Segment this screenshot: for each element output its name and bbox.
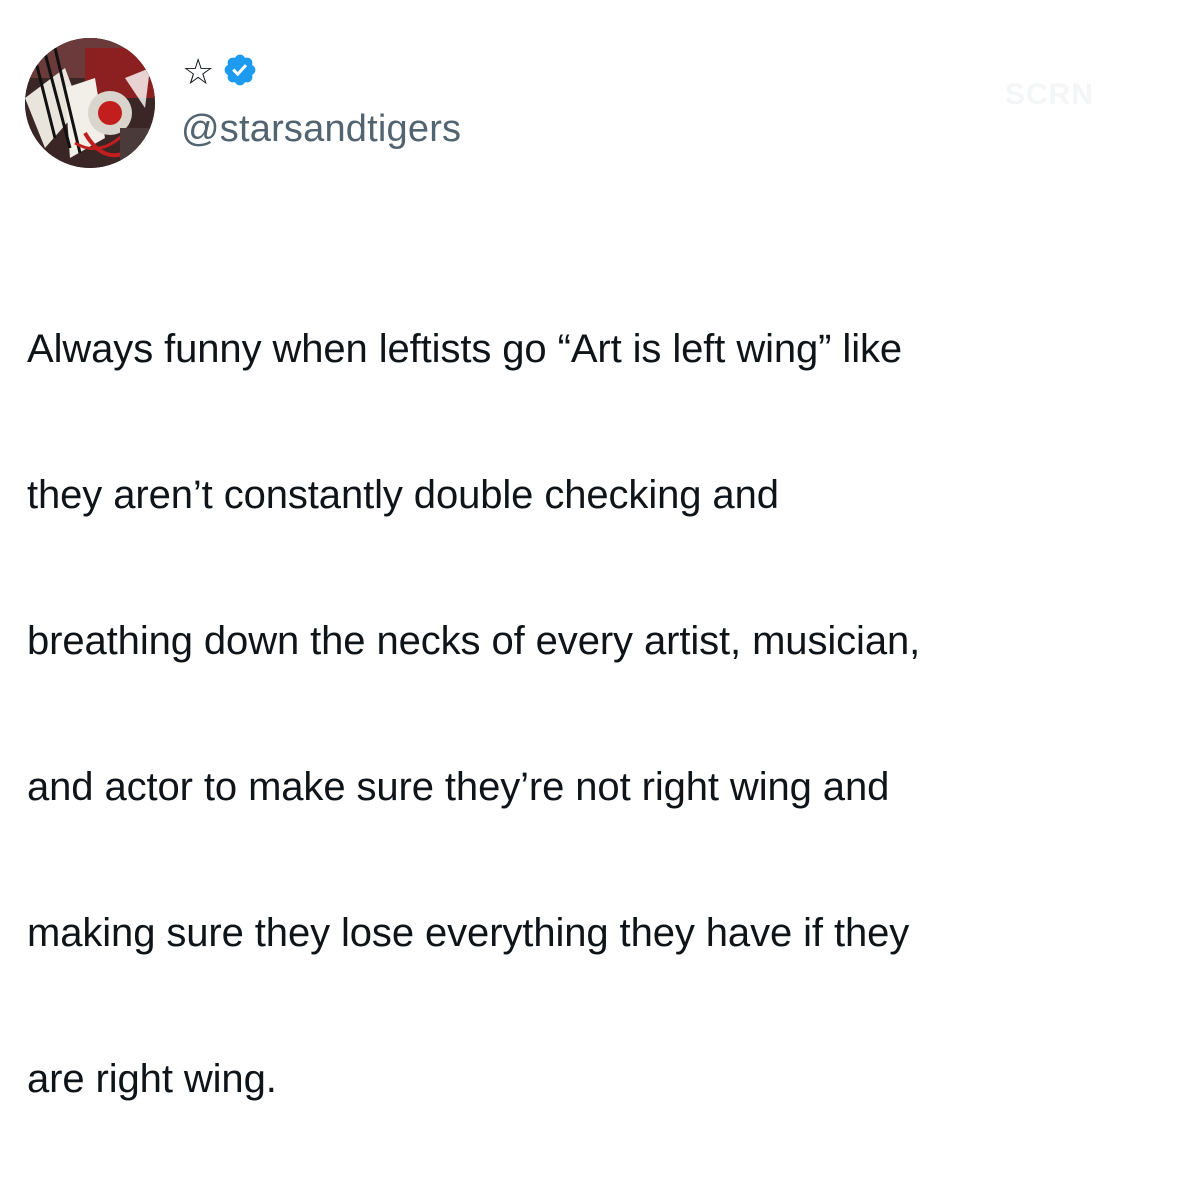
tweet-text-line: breathing down the necks of every artist… [27,619,921,663]
tweet: ☆ @starsandtigers SCRN Always funny when… [0,0,1199,1101]
user-handle[interactable]: @starsandtigers [181,106,461,152]
display-name-row[interactable]: ☆ [182,52,258,92]
watermark: SCRN [1005,78,1095,111]
avatar-image [25,38,155,168]
tweet-text-line: are right wing. [27,1057,277,1101]
tweet-text-line: they aren’t constantly double checking a… [27,473,779,517]
avatar[interactable] [25,38,155,168]
tweet-text-line: making sure they lose everything they ha… [27,911,910,955]
tweet-text-line: and actor to make sure they’re not right… [27,765,890,809]
verified-badge-icon [222,52,258,93]
star-icon: ☆ [182,51,215,92]
tweet-text-line: Always funny when leftists go “Art is le… [27,327,903,371]
